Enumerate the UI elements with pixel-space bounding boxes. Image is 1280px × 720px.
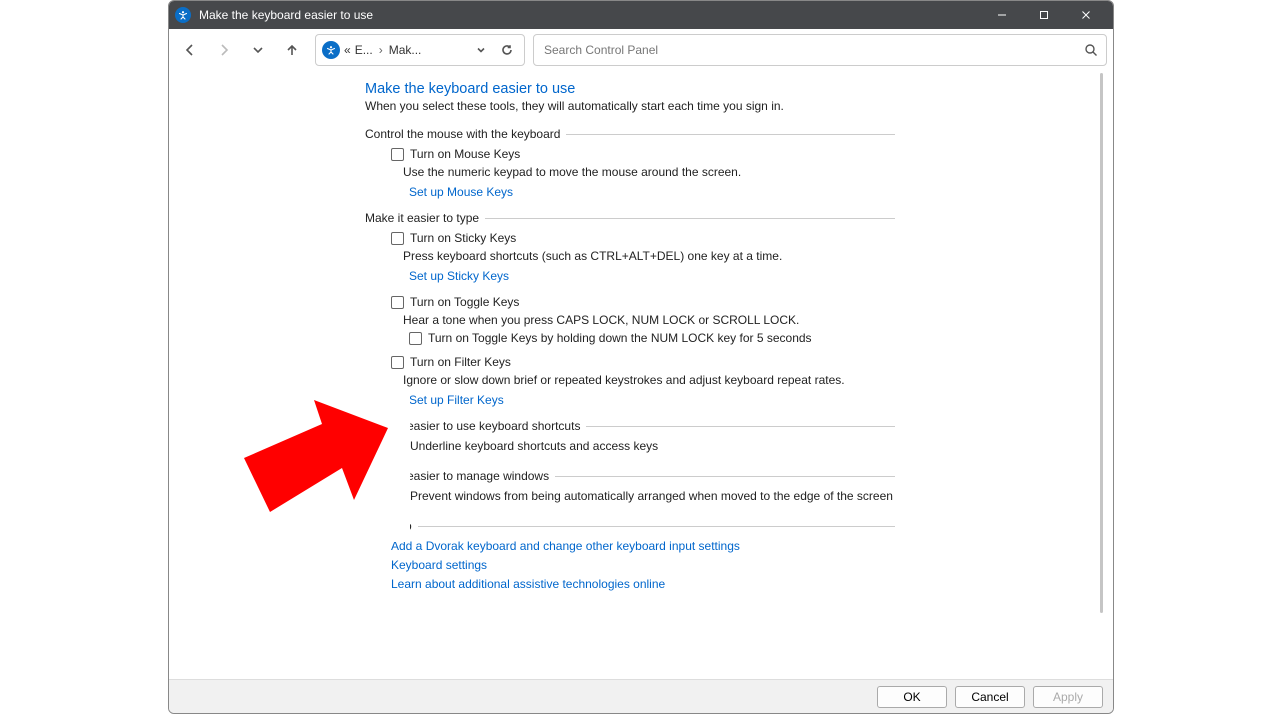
nav-toolbar: « E... › Mak...: [169, 29, 1113, 71]
ok-button[interactable]: OK: [877, 686, 947, 708]
scrollbar[interactable]: [1100, 73, 1103, 613]
recent-locations-button[interactable]: [243, 35, 273, 65]
label-prevent-arrange[interactable]: Prevent windows from being automatically…: [410, 489, 893, 503]
section-shortcuts: Make it easier to use keyboard shortcuts: [365, 419, 895, 433]
chevron-right-icon: ›: [377, 43, 385, 57]
up-button[interactable]: [277, 35, 307, 65]
window-title: Make the keyboard easier to use: [199, 8, 981, 22]
label-mouse-keys[interactable]: Turn on Mouse Keys: [410, 147, 520, 161]
forward-button[interactable]: [209, 35, 239, 65]
cancel-button[interactable]: Cancel: [955, 686, 1025, 708]
checkbox-filter-keys[interactable]: [391, 356, 404, 369]
label-toggle-keys[interactable]: Turn on Toggle Keys: [410, 295, 519, 309]
desc-mouse-keys: Use the numeric keypad to move the mouse…: [403, 165, 895, 179]
back-button[interactable]: [175, 35, 205, 65]
breadcrumb-chevrons: «: [344, 43, 351, 57]
section-see-also: See also: [365, 519, 895, 533]
history-dropdown-button[interactable]: [470, 44, 492, 56]
close-button[interactable]: [1065, 1, 1107, 29]
page-subtitle: When you select these tools, they will a…: [365, 99, 895, 113]
link-assistive-tech[interactable]: Learn about additional assistive technol…: [391, 577, 895, 591]
label-underline-shortcuts[interactable]: Underline keyboard shortcuts and access …: [410, 439, 658, 453]
breadcrumb-part1[interactable]: E...: [355, 43, 373, 57]
checkbox-toggle-keys[interactable]: [391, 296, 404, 309]
search-icon: [1084, 43, 1098, 57]
link-setup-sticky-keys[interactable]: Set up Sticky Keys: [409, 269, 895, 283]
section-control-mouse: Control the mouse with the keyboard: [365, 127, 895, 141]
page-content: Make the keyboard easier to use When you…: [365, 81, 895, 596]
page-title: Make the keyboard easier to use: [365, 81, 895, 97]
desc-toggle-keys: Hear a tone when you press CAPS LOCK, NU…: [403, 313, 895, 327]
control-panel-window: Make the keyboard easier to use « E... ›…: [168, 0, 1114, 714]
link-dvorak[interactable]: Add a Dvorak keyboard and change other k…: [391, 539, 895, 553]
link-setup-filter-keys[interactable]: Set up Filter Keys: [409, 393, 895, 407]
search-input[interactable]: [542, 42, 1084, 58]
section-easier-type: Make it easier to type: [365, 211, 895, 225]
checkbox-mouse-keys[interactable]: [391, 148, 404, 161]
label-toggle-numlock[interactable]: Turn on Toggle Keys by holding down the …: [428, 331, 812, 345]
ease-of-access-icon: [175, 7, 191, 23]
minimize-button[interactable]: [981, 1, 1023, 29]
refresh-button[interactable]: [496, 44, 518, 56]
address-bar[interactable]: « E... › Mak...: [315, 34, 525, 66]
label-filter-keys[interactable]: Turn on Filter Keys: [410, 355, 511, 369]
red-arrow: [240, 400, 390, 535]
checkbox-sticky-keys[interactable]: [391, 232, 404, 245]
checkbox-toggle-numlock[interactable]: [409, 332, 422, 345]
link-keyboard-settings[interactable]: Keyboard settings: [391, 558, 895, 572]
ease-of-access-icon: [322, 41, 340, 59]
link-setup-mouse-keys[interactable]: Set up Mouse Keys: [409, 185, 895, 199]
maximize-button[interactable]: [1023, 1, 1065, 29]
desc-sticky-keys: Press keyboard shortcuts (such as CTRL+A…: [403, 249, 895, 263]
search-box[interactable]: [533, 34, 1107, 66]
titlebar: Make the keyboard easier to use: [169, 1, 1113, 29]
footer: OK Cancel Apply: [169, 679, 1113, 713]
label-sticky-keys[interactable]: Turn on Sticky Keys: [410, 231, 516, 245]
section-manage-windows: Make it easier to manage windows: [365, 469, 895, 483]
breadcrumb-part2[interactable]: Mak...: [389, 43, 422, 57]
apply-button[interactable]: Apply: [1033, 686, 1103, 708]
desc-filter-keys: Ignore or slow down brief or repeated ke…: [403, 373, 895, 387]
